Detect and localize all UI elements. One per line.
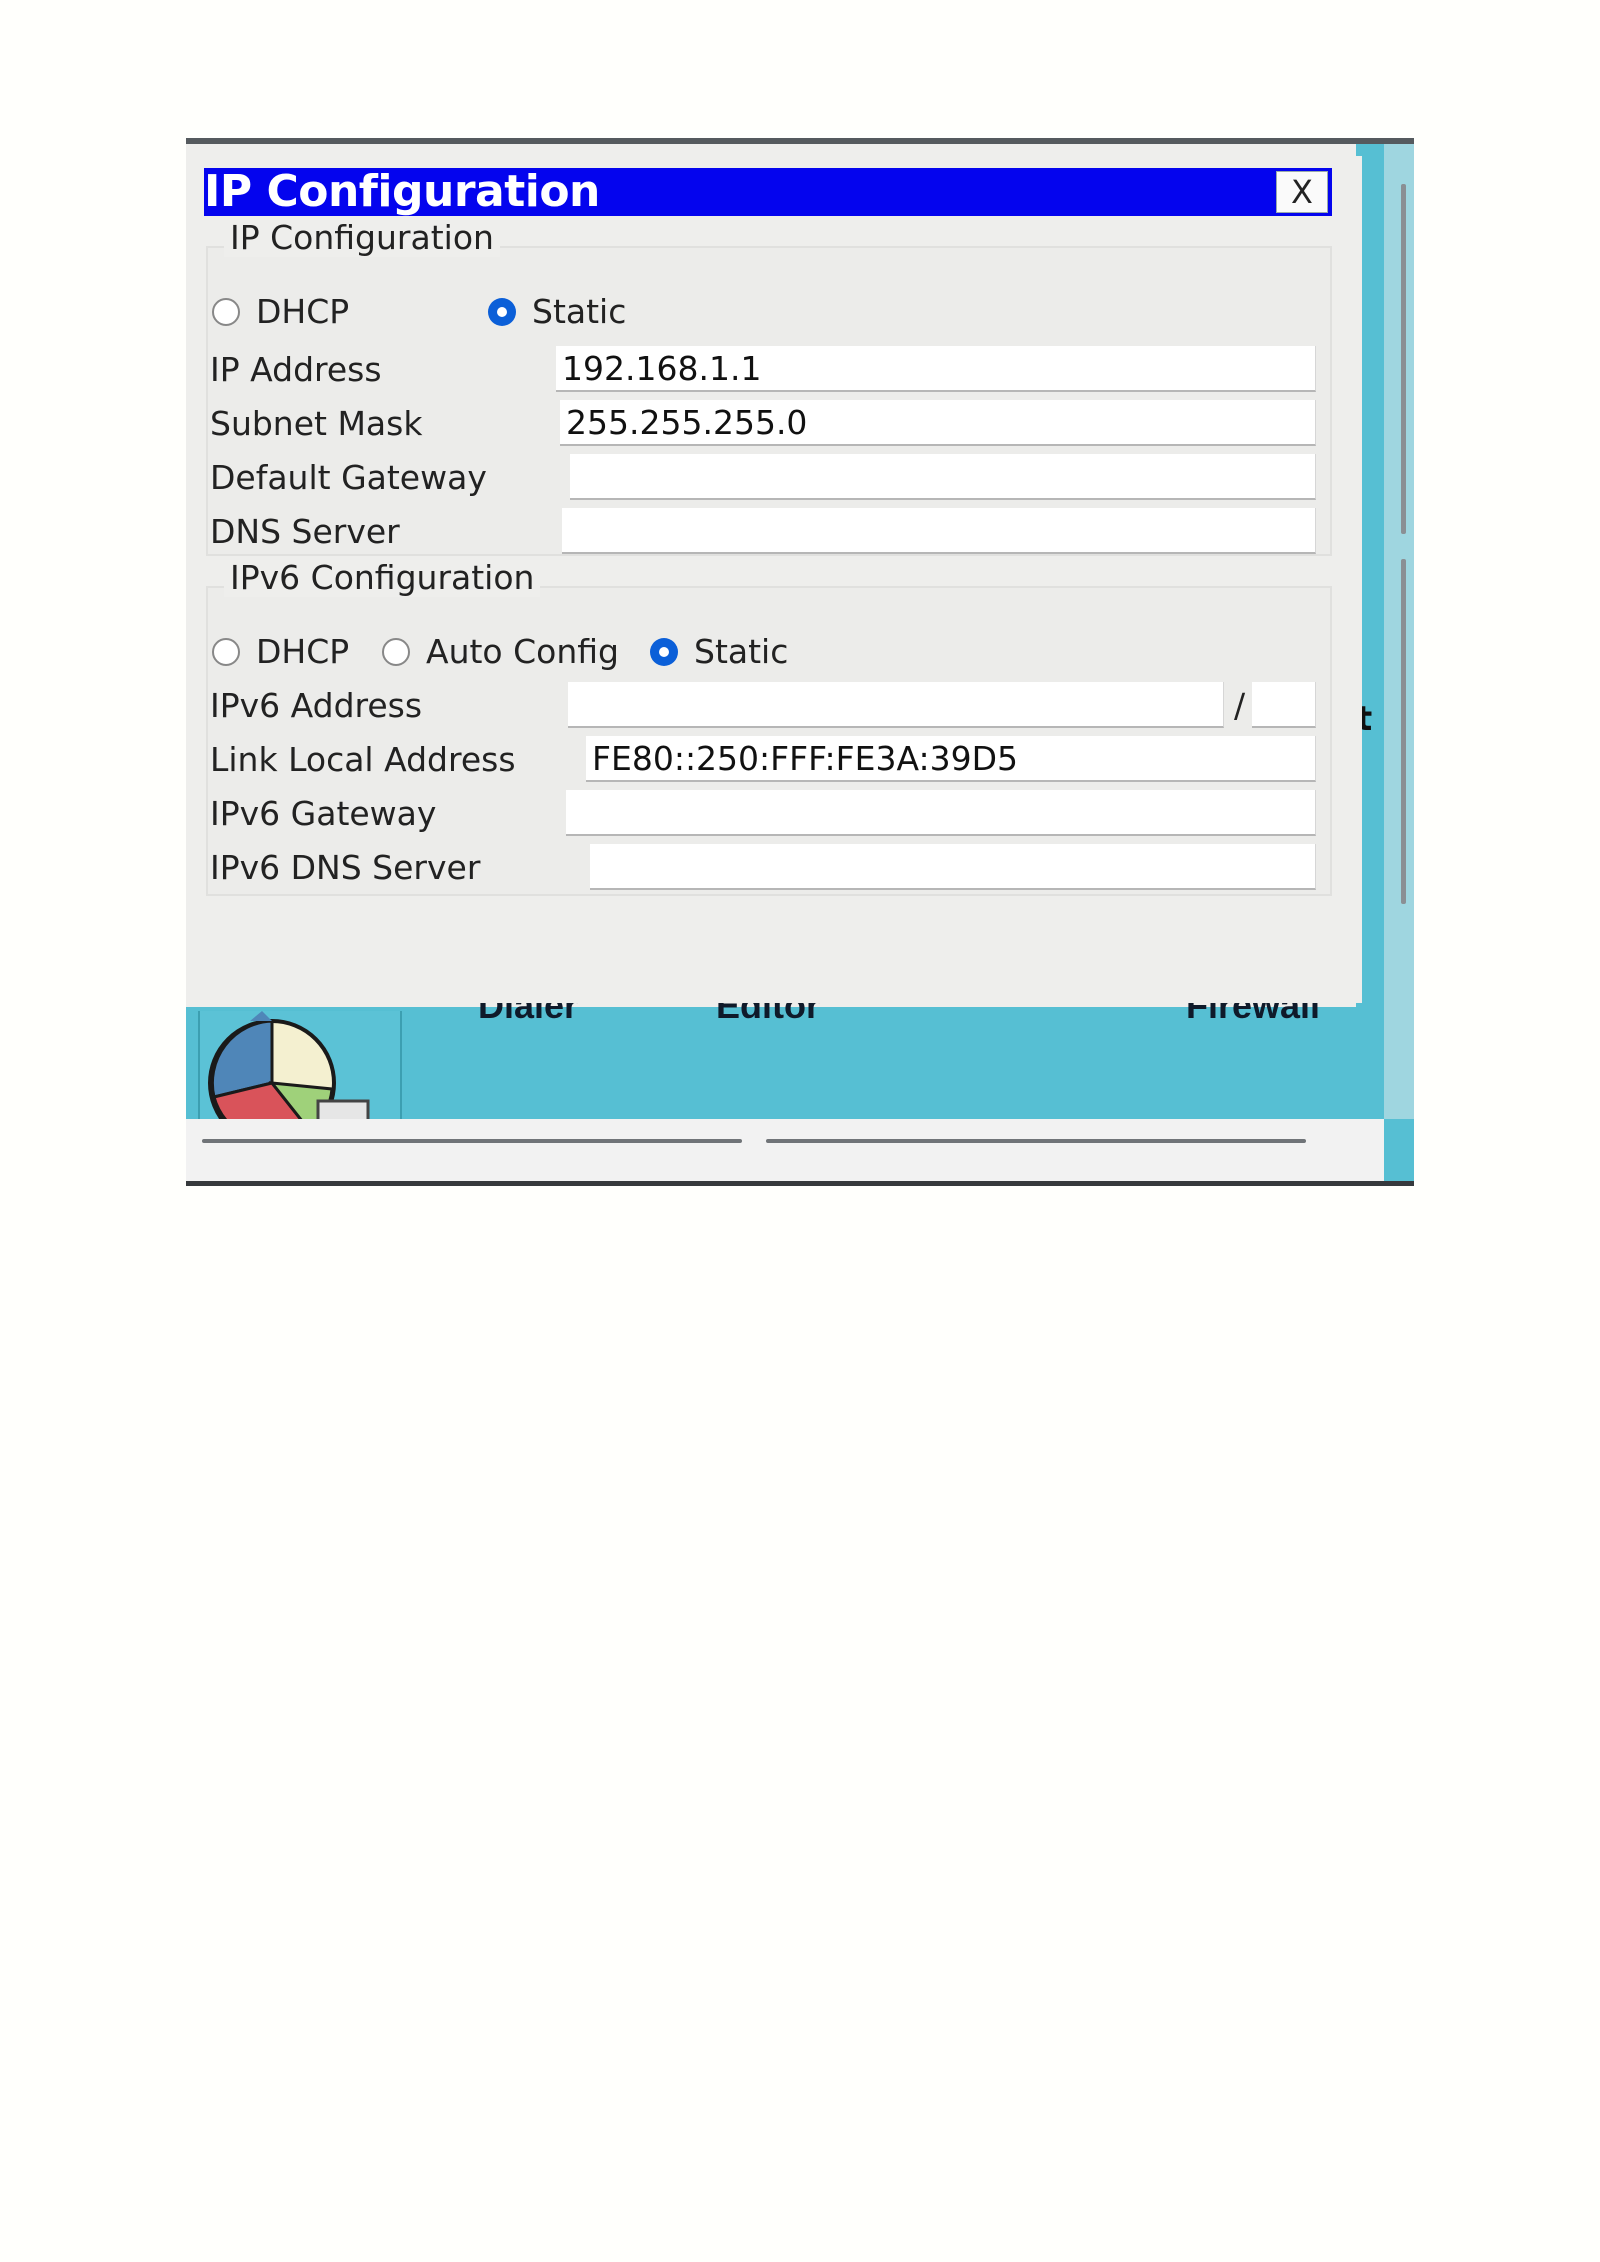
close-button[interactable]: X [1276, 171, 1328, 213]
link-local-address-field[interactable]: FE80::250:FFF:FE3A:39D5 [586, 736, 1316, 782]
dock-app-tile[interactable] [198, 1011, 402, 1119]
vertical-scrollbar-lower[interactable] [1401, 559, 1406, 904]
ipv6-gateway-field[interactable] [566, 790, 1316, 836]
ipv6-static-radio[interactable] [650, 638, 678, 666]
vertical-scrollbar-upper[interactable] [1401, 184, 1406, 534]
ip-address-label: IP Address [210, 350, 382, 389]
app-dock: Dialer Editor Firewall [186, 985, 1384, 1119]
ipv6-gateway-label: IPv6 Gateway [210, 794, 437, 833]
ipv4-dhcp-radio[interactable] [212, 298, 240, 326]
subnet-mask-label: Subnet Mask [210, 404, 423, 443]
packet-tracer-window: t Dialer Editor Firewall IP Configuratio… [186, 138, 1414, 1186]
ip-address-field[interactable]: 192.168.1.1 [556, 346, 1316, 392]
pie-chart-app-icon [208, 1011, 370, 1119]
ipv6-auto-config-radio[interactable] [382, 638, 410, 666]
link-local-address-label: Link Local Address [210, 740, 516, 779]
ipv6-address-field[interactable] [568, 682, 1224, 728]
ipv6-auto-config-label[interactable]: Auto Config [426, 632, 619, 671]
horizontal-scroll-area [186, 1119, 1384, 1181]
ipv6-dns-server-label: IPv6 DNS Server [210, 848, 481, 887]
scroll-corner-button[interactable] [1384, 1119, 1414, 1159]
dns-server-field[interactable] [562, 508, 1316, 554]
dialog-titlebar[interactable]: IP Configuration X [204, 168, 1332, 216]
ipv4-static-label[interactable]: Static [532, 292, 626, 331]
ipv6-dns-server-field[interactable] [590, 844, 1316, 890]
ipv6-prefix-length-field[interactable] [1252, 682, 1316, 728]
ipv6-static-label[interactable]: Static [694, 632, 788, 671]
ipv6-address-label: IPv6 Address [210, 686, 423, 725]
dns-server-label: DNS Server [210, 512, 400, 551]
horizontal-scrollbar-left[interactable] [202, 1139, 742, 1143]
ipv6-dhcp-label[interactable]: DHCP [256, 632, 349, 671]
ipv6-group-legend: IPv6 Configuration [224, 558, 541, 597]
subnet-mask-field[interactable]: 255.255.255.0 [560, 400, 1316, 446]
dialog-title: IP Configuration [204, 166, 600, 217]
default-gateway-field[interactable] [570, 454, 1316, 500]
horizontal-scrollbar-right[interactable] [766, 1139, 1306, 1143]
ipv4-static-radio[interactable] [488, 298, 516, 326]
ipv4-group-legend: IP Configuration [224, 218, 500, 257]
ipv6-prefix-separator: / [1234, 686, 1246, 725]
ipv4-dhcp-label[interactable]: DHCP [256, 292, 349, 331]
default-gateway-label: Default Gateway [210, 458, 487, 497]
ipv6-dhcp-radio[interactable] [212, 638, 240, 666]
ip-configuration-dialog: IP Configuration X IP Configuration DHCP… [200, 156, 1362, 1003]
